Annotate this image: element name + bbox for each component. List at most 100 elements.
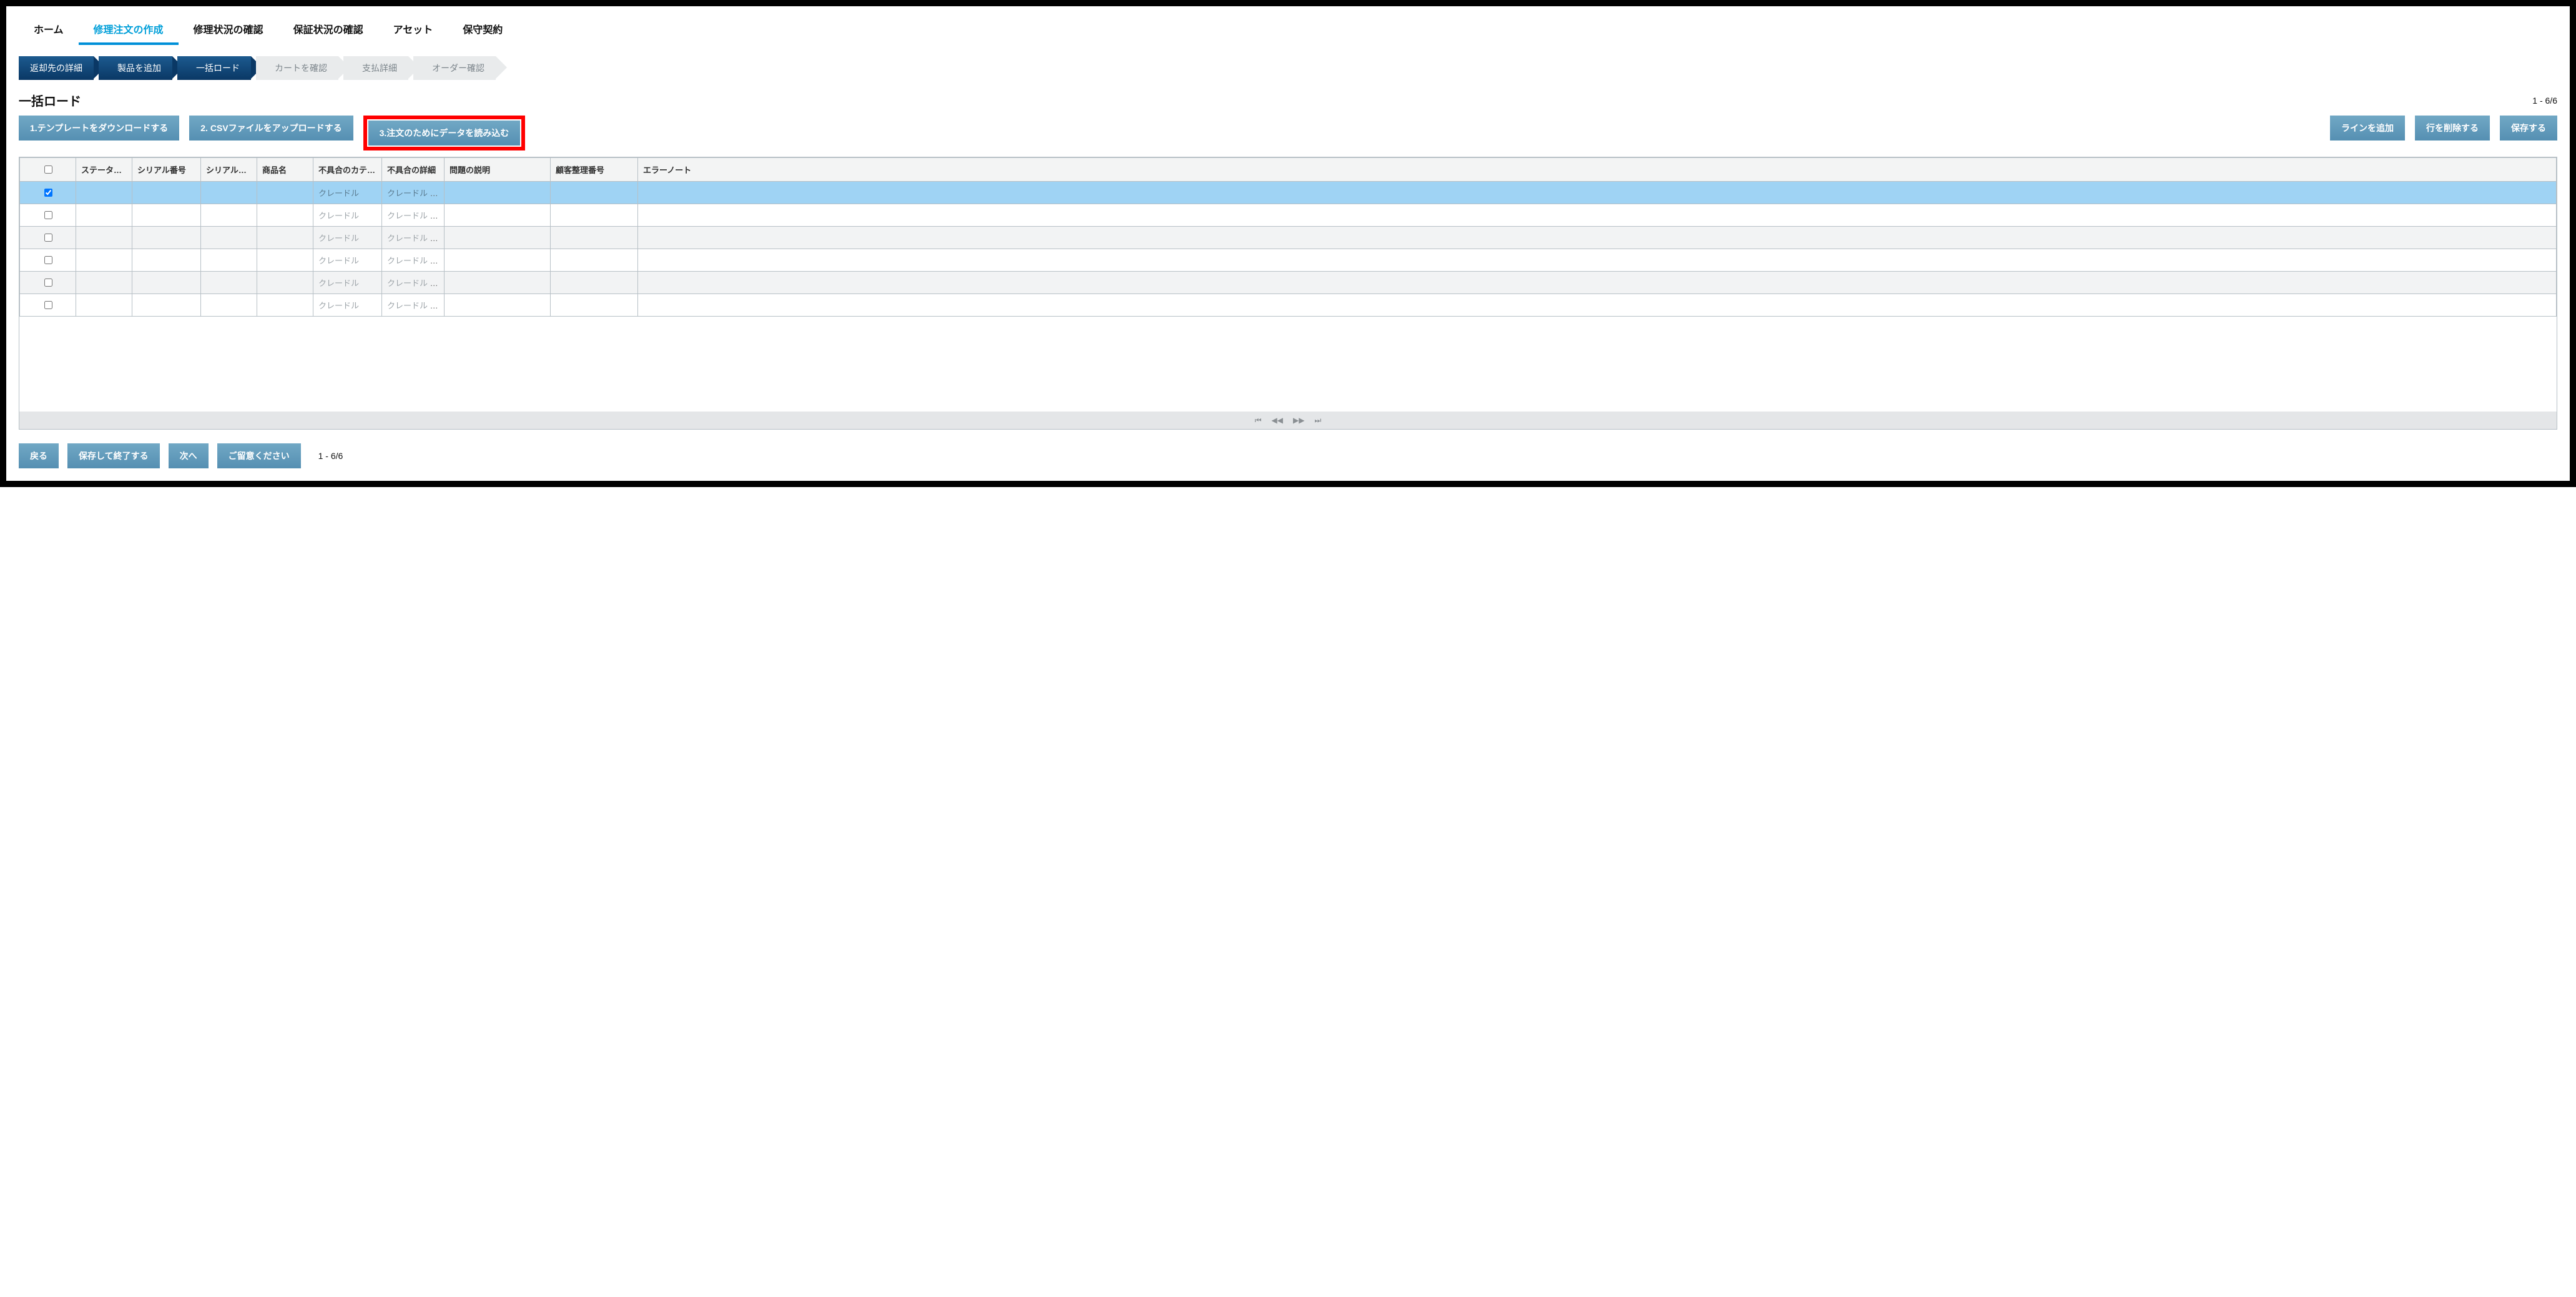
save-exit-button[interactable]: 保存して終了する [67, 443, 160, 468]
cell-issue-description[interactable] [445, 272, 551, 294]
cell-product-name[interactable] [257, 249, 313, 272]
table-row[interactable]: クレードルクレードル – イ... [20, 294, 2557, 317]
row-select-cell[interactable] [20, 249, 76, 272]
row-select-checkbox[interactable] [44, 256, 52, 264]
cell-error-note[interactable] [638, 272, 2557, 294]
cell-status-flag[interactable] [76, 272, 132, 294]
cell-defect-category[interactable]: クレードル [313, 182, 382, 204]
row-select-checkbox[interactable] [44, 234, 52, 242]
pager-last-icon[interactable]: ⏭ [1314, 416, 1321, 425]
cell-defect-detail[interactable]: クレードル – イ... [382, 272, 445, 294]
cell-issue-description[interactable] [445, 227, 551, 249]
cell-product-name[interactable] [257, 182, 313, 204]
table-row[interactable]: クレードルクレードル – イ... [20, 227, 2557, 249]
cell-customer-ref[interactable] [551, 249, 638, 272]
row-select-cell[interactable] [20, 272, 76, 294]
cell-issue-description[interactable] [445, 294, 551, 317]
row-select-cell[interactable] [20, 294, 76, 317]
tab-maintenance-contract[interactable]: 保守契約 [448, 15, 518, 45]
pager-next-icon[interactable]: ▶▶ [1293, 416, 1304, 425]
pager-prev-icon[interactable]: ◀◀ [1272, 416, 1283, 425]
cell-status-flag[interactable] [76, 204, 132, 227]
cell-defect-detail[interactable]: クレードル – イ... [382, 249, 445, 272]
cell-status-flag[interactable] [76, 227, 132, 249]
cell-defect-detail[interactable]: クレードル – イ... [382, 182, 445, 204]
download-template-button[interactable]: 1.テンプレートをダウンロードする [19, 116, 179, 141]
table-row[interactable]: クレードルクレードル – イ... [20, 272, 2557, 294]
row-select-checkbox[interactable] [44, 301, 52, 309]
row-select-cell[interactable] [20, 204, 76, 227]
step-order-confirm[interactable]: オーダー確認 [413, 56, 496, 80]
step-add-product[interactable]: 製品を追加 [99, 56, 172, 80]
cell-customer-ref[interactable] [551, 294, 638, 317]
tab-repair-status[interactable]: 修理状況の確認 [179, 15, 278, 45]
cell-status-flag[interactable] [76, 182, 132, 204]
cell-customer-ref[interactable] [551, 204, 638, 227]
cell-serial-number[interactable] [132, 227, 201, 249]
cell-has-serial[interactable] [201, 204, 257, 227]
cell-serial-number[interactable] [132, 272, 201, 294]
cell-issue-description[interactable] [445, 182, 551, 204]
cell-defect-category[interactable]: クレードル [313, 204, 382, 227]
cell-product-name[interactable] [257, 227, 313, 249]
save-button[interactable]: 保存する [2500, 116, 2557, 141]
table-row[interactable]: クレードルクレードル – イ... [20, 204, 2557, 227]
cell-serial-number[interactable] [132, 204, 201, 227]
upload-csv-button[interactable]: 2. CSVファイルをアップロードする [189, 116, 353, 141]
cell-customer-ref[interactable] [551, 272, 638, 294]
tab-create-repair-order[interactable]: 修理注文の作成 [79, 15, 179, 45]
cell-has-serial[interactable] [201, 249, 257, 272]
row-select-cell[interactable] [20, 227, 76, 249]
cell-customer-ref[interactable] [551, 182, 638, 204]
cell-issue-description[interactable] [445, 249, 551, 272]
cell-customer-ref[interactable] [551, 227, 638, 249]
cell-error-note[interactable] [638, 227, 2557, 249]
cell-issue-description[interactable] [445, 204, 551, 227]
cell-product-name[interactable] [257, 204, 313, 227]
cell-has-serial[interactable] [201, 182, 257, 204]
tab-home[interactable]: ホーム [19, 15, 79, 45]
step-review-cart[interactable]: カートを確認 [256, 56, 338, 80]
cell-product-name[interactable] [257, 294, 313, 317]
step-bulk-load[interactable]: 一括ロード [177, 56, 251, 80]
row-select-checkbox[interactable] [44, 189, 52, 197]
load-data-for-order-button[interactable]: 3.注文のためにデータを読み込む [368, 121, 521, 145]
select-all-checkbox[interactable] [44, 165, 52, 174]
cell-error-note[interactable] [638, 294, 2557, 317]
step-payment-detail[interactable]: 支払詳細 [343, 56, 408, 80]
cell-has-serial[interactable] [201, 294, 257, 317]
row-select-cell[interactable] [20, 182, 76, 204]
table-row[interactable]: クレードルクレードル – イ... [20, 249, 2557, 272]
cell-defect-detail[interactable]: クレードル – イ... [382, 204, 445, 227]
please-note-button[interactable]: ご留意ください [217, 443, 301, 468]
cell-defect-category[interactable]: クレードル [313, 294, 382, 317]
cell-has-serial[interactable] [201, 227, 257, 249]
tab-asset[interactable]: アセット [378, 15, 448, 45]
cell-defect-detail[interactable]: クレードル – イ... [382, 294, 445, 317]
cell-error-note[interactable] [638, 182, 2557, 204]
cell-error-note[interactable] [638, 204, 2557, 227]
step-return-detail[interactable]: 返却先の詳細 [19, 56, 94, 80]
add-line-button[interactable]: ラインを追加 [2330, 116, 2405, 141]
row-select-checkbox[interactable] [44, 279, 52, 287]
next-button[interactable]: 次へ [169, 443, 209, 468]
cell-status-flag[interactable] [76, 294, 132, 317]
cell-status-flag[interactable] [76, 249, 132, 272]
row-select-checkbox[interactable] [44, 211, 52, 219]
cell-serial-number[interactable] [132, 182, 201, 204]
table-row[interactable]: クレードルクレードル – イ... [20, 182, 2557, 204]
cell-defect-category[interactable]: クレードル [313, 249, 382, 272]
delete-row-button[interactable]: 行を削除する [2415, 116, 2490, 141]
cell-product-name[interactable] [257, 272, 313, 294]
cell-defect-detail[interactable]: クレードル – イ... [382, 227, 445, 249]
cell-error-note[interactable] [638, 249, 2557, 272]
tab-warranty-status[interactable]: 保証状況の確認 [278, 15, 378, 45]
cell-defect-category[interactable]: クレードル [313, 227, 382, 249]
cell-serial-number[interactable] [132, 249, 201, 272]
cell-has-serial[interactable] [201, 272, 257, 294]
col-header-select-all[interactable] [20, 158, 76, 182]
back-button[interactable]: 戻る [19, 443, 59, 468]
pager-first-icon[interactable]: ⏮ [1255, 416, 1262, 425]
cell-defect-category[interactable]: クレードル [313, 272, 382, 294]
cell-serial-number[interactable] [132, 294, 201, 317]
